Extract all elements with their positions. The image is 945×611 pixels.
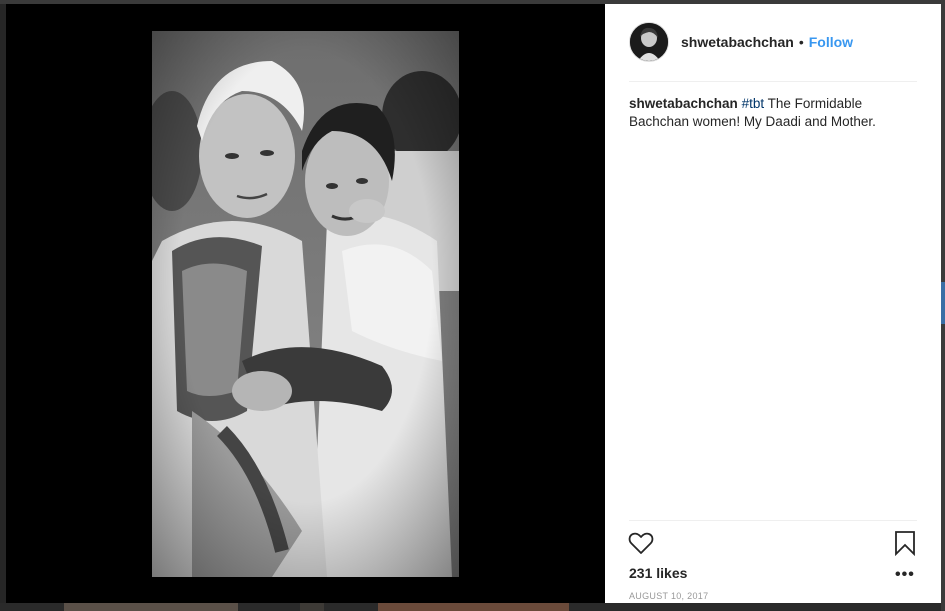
username-link[interactable]: shwetabachchan [681, 34, 794, 50]
more-options-icon: ••• [895, 566, 915, 583]
post-media-panel[interactable] [6, 4, 605, 603]
likes-count[interactable]: 231 likes [629, 565, 687, 581]
backdrop-thumbnail [378, 603, 569, 611]
bookmark-outline-icon [895, 531, 915, 557]
post-modal-stage: shwetabachchan • Follow shwetabachchan #… [0, 0, 945, 611]
post-header: shwetabachchan • Follow [629, 22, 917, 62]
caption-username-link[interactable]: shwetabachchan [629, 96, 738, 111]
avatar[interactable] [629, 22, 669, 62]
backdrop-thumbnail [300, 603, 324, 611]
post-photo[interactable] [152, 31, 459, 577]
post-info-panel: shwetabachchan • Follow shwetabachchan #… [605, 4, 941, 603]
backdrop-right-accent [941, 282, 945, 324]
like-button[interactable] [627, 529, 655, 557]
backdrop-thumbnail [64, 603, 238, 611]
follow-button[interactable]: Follow [809, 34, 853, 50]
separator-dot: • [798, 34, 804, 50]
action-bar [627, 529, 919, 559]
post-date[interactable]: AUGUST 10, 2017 [629, 591, 708, 601]
post-caption: shwetabachchan #tbt The Formidable Bachc… [629, 95, 899, 131]
avatar-image [630, 23, 668, 61]
vintage-photo-image [152, 31, 459, 577]
actions-divider [629, 520, 917, 521]
save-button[interactable] [893, 529, 917, 557]
hashtag-link[interactable]: #tbt [742, 96, 765, 111]
header-divider [629, 81, 917, 82]
heart-outline-icon [628, 532, 654, 554]
more-options-button[interactable]: ••• [895, 566, 915, 584]
